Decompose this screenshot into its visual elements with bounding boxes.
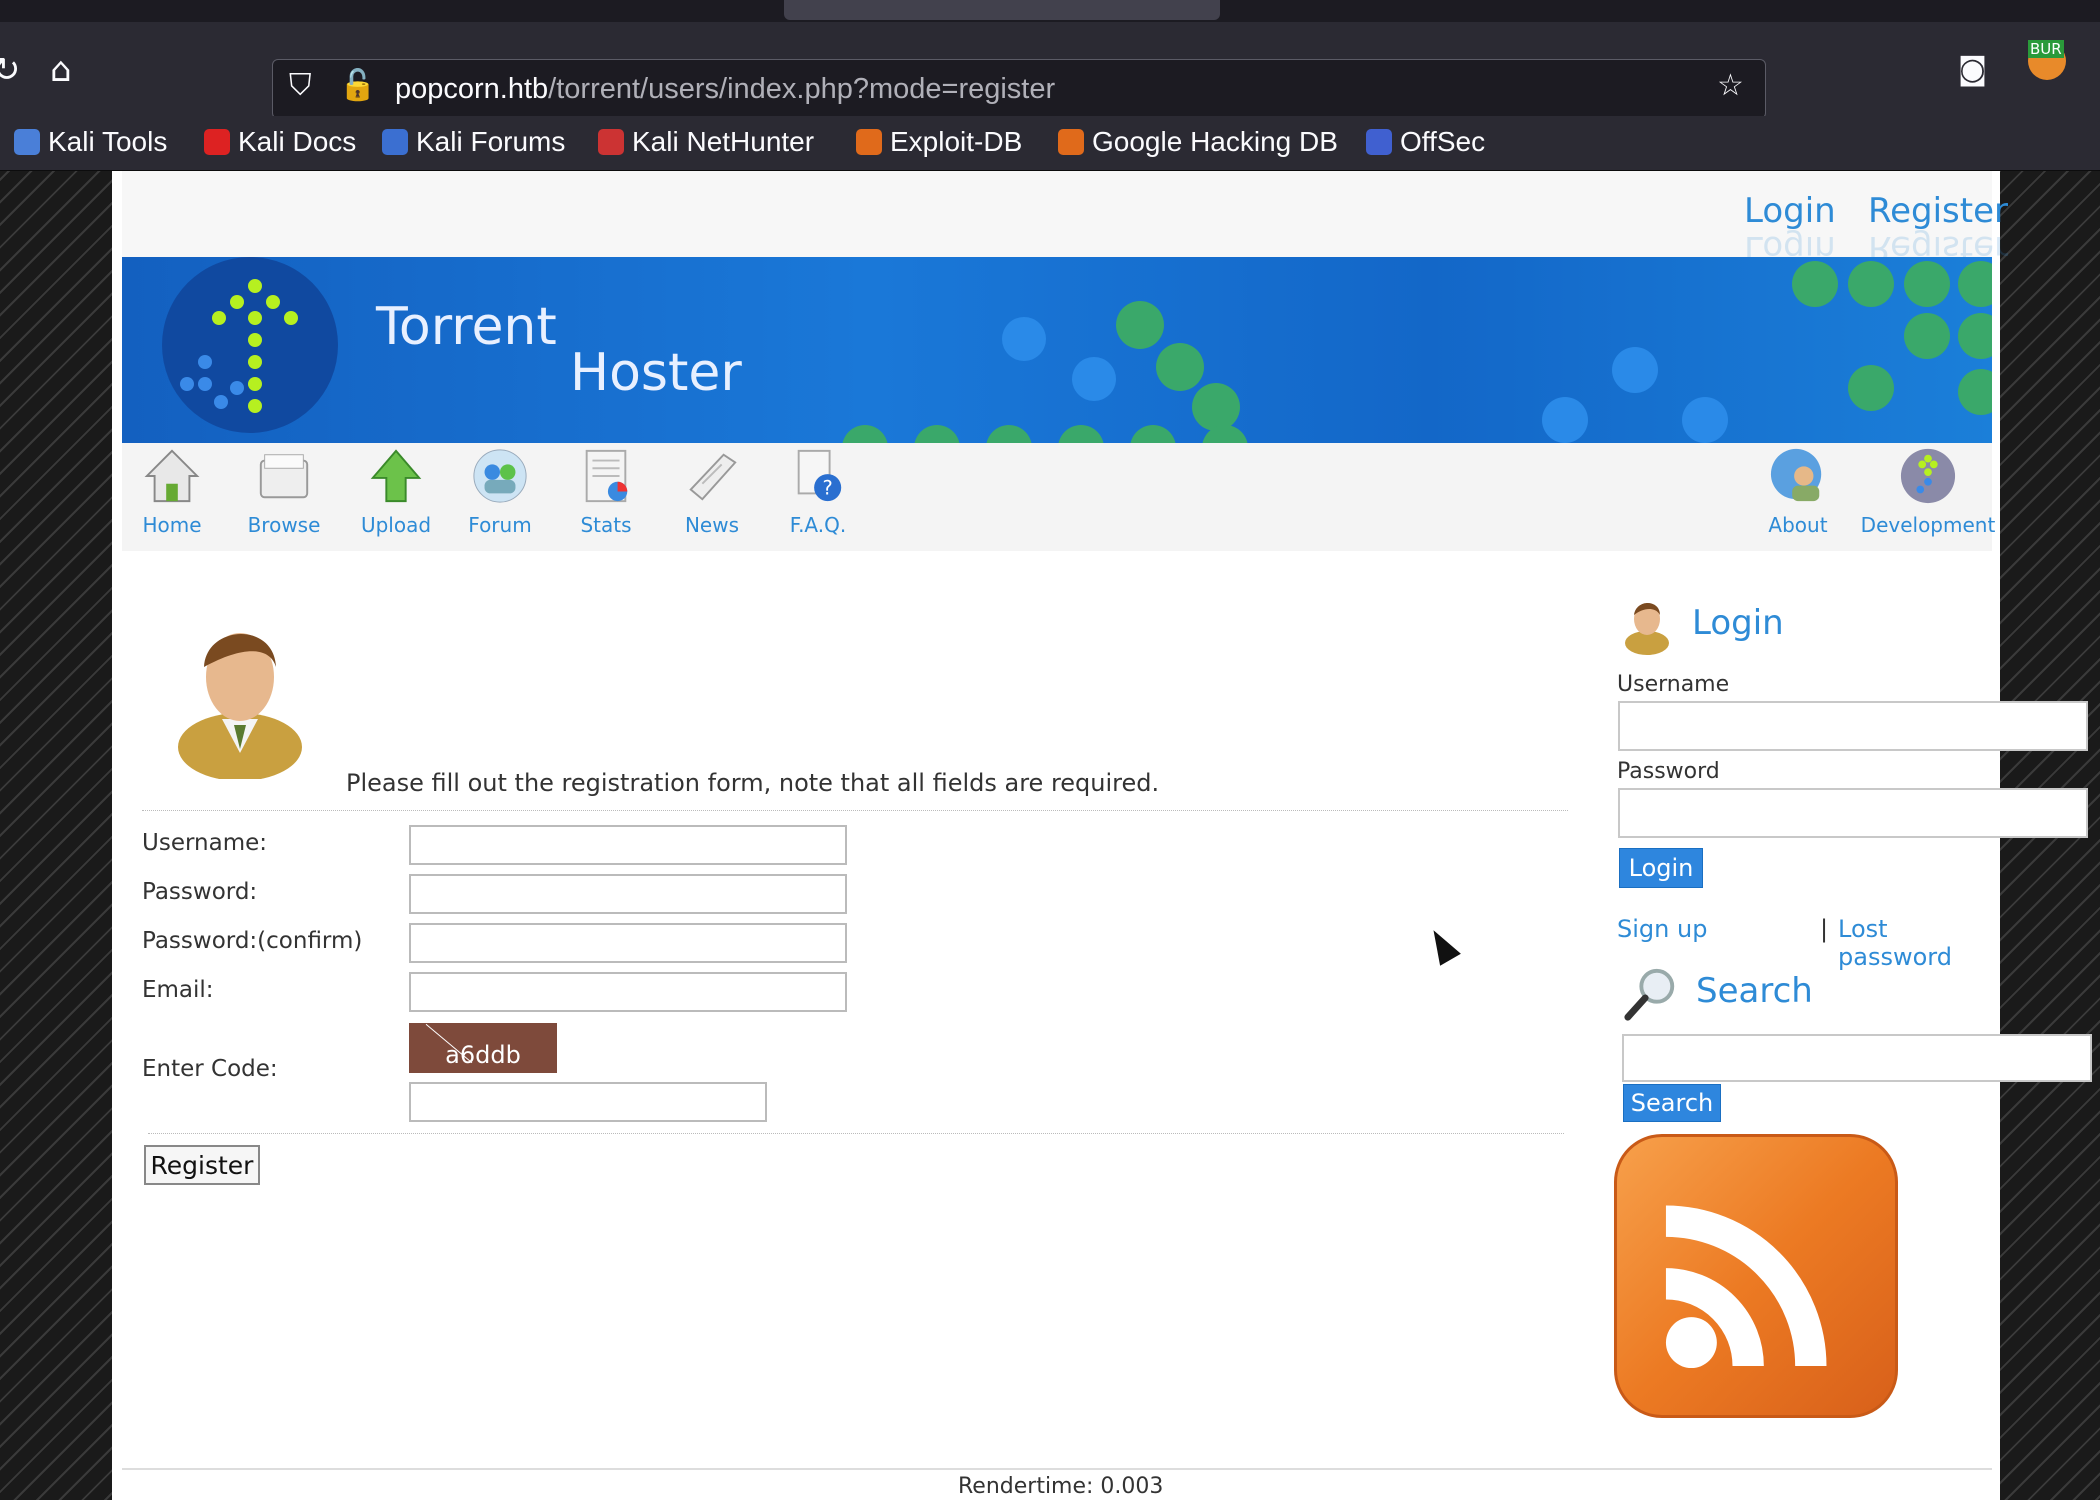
register-email-input[interactable] bbox=[409, 972, 847, 1012]
news-paper-icon bbox=[689, 453, 737, 501]
search-heading: Search bbox=[1696, 971, 1813, 1011]
sidebar-password-input[interactable] bbox=[1618, 788, 2088, 838]
site-banner: Torrent Hoster bbox=[122, 257, 1992, 443]
bookmark-kali-tools[interactable]: Kali Tools bbox=[14, 126, 167, 158]
house-icon bbox=[144, 449, 200, 503]
form-bottom-divider bbox=[148, 1133, 1564, 1134]
email-label: Email: bbox=[142, 977, 214, 1003]
nav-browse[interactable]: Browse bbox=[236, 447, 332, 537]
captcha-image: a6ddb bbox=[409, 1023, 557, 1073]
forum-people-icon bbox=[473, 449, 527, 503]
stats-chart-icon bbox=[585, 449, 628, 503]
lost-password-link[interactable]: Lost password bbox=[1838, 915, 2000, 971]
register-button[interactable]: Register bbox=[144, 1145, 260, 1185]
upload-arrow-icon bbox=[370, 449, 422, 503]
password-confirm-label: Password:(confirm) bbox=[142, 928, 363, 954]
extension-icon[interactable]: BUR bbox=[2028, 40, 2066, 80]
page: Login Register Login Register Torrent Ho… bbox=[112, 171, 2092, 1500]
reload-icon[interactable]: ↻ bbox=[0, 50, 21, 90]
nav-home[interactable]: Home bbox=[132, 447, 212, 537]
render-time: Rendertime: 0.003 bbox=[958, 1474, 1164, 1499]
nav-forum[interactable]: Forum bbox=[452, 447, 548, 537]
nav-development[interactable]: Development bbox=[1860, 447, 1996, 537]
torrent-logo-icon bbox=[162, 257, 338, 433]
nav-about[interactable]: About bbox=[1758, 447, 1838, 537]
bookmark-kali-docs[interactable]: Kali Docs bbox=[204, 126, 356, 158]
link-separator: | bbox=[1820, 915, 1829, 943]
svg-text:?: ? bbox=[823, 476, 833, 499]
username-label: Username: bbox=[142, 830, 267, 856]
about-globe-icon bbox=[1770, 448, 1822, 502]
nav-stats[interactable]: Stats bbox=[558, 447, 654, 537]
browser-toolbar: ↻ ⌂ ⛉ 🔓 popcorn.htb/torrent/users/index.… bbox=[0, 22, 2100, 119]
extension-badge: BUR bbox=[2028, 40, 2064, 58]
sidebar-search-input[interactable] bbox=[1622, 1034, 2092, 1082]
banner-title-line1: Torrent bbox=[376, 297, 557, 357]
signup-link[interactable]: Sign up bbox=[1617, 915, 1707, 943]
register-password-confirm-input[interactable] bbox=[409, 923, 847, 963]
bookmark-google-hacking-db[interactable]: Google Hacking DB bbox=[1058, 126, 1338, 158]
folder-icon bbox=[259, 454, 309, 499]
rss-feed-icon[interactable] bbox=[1614, 1134, 1898, 1418]
top-login-link[interactable]: Login bbox=[1744, 191, 1836, 231]
nav-news[interactable]: News bbox=[664, 447, 760, 537]
footer-divider bbox=[122, 1468, 1992, 1470]
pocket-icon[interactable]: ◙ bbox=[1958, 50, 1987, 90]
bookmark-kali-nethunter[interactable]: Kali NetHunter bbox=[598, 126, 814, 158]
url-text[interactable]: popcorn.htb/torrent/users/index.php?mode… bbox=[395, 73, 1055, 106]
home-icon[interactable]: ⌂ bbox=[50, 50, 72, 90]
bookmark-exploit-db[interactable]: Exploit-DB bbox=[856, 126, 1022, 158]
main-nav: Home Browse Upload Forum Stats News ? F.… bbox=[122, 443, 1995, 551]
register-password-input[interactable] bbox=[409, 874, 847, 914]
bookmark-star-icon[interactable]: ☆ bbox=[1717, 68, 1744, 103]
shield-icon[interactable]: ⛉ bbox=[289, 68, 312, 103]
sidebar-search-button[interactable]: Search bbox=[1623, 1084, 1721, 1122]
url-bar[interactable]: ⛉ 🔓 popcorn.htb/torrent/users/index.php?… bbox=[272, 59, 1766, 119]
nav-upload[interactable]: Upload bbox=[348, 447, 444, 537]
enter-code-label: Enter Code: bbox=[142, 1056, 278, 1082]
nav-faq[interactable]: ? F.A.Q. bbox=[770, 447, 866, 537]
sidebar-password-label: Password bbox=[1617, 759, 1720, 784]
top-register-link[interactable]: Register bbox=[1868, 191, 2008, 231]
form-top-divider bbox=[142, 810, 1568, 811]
banner-title-line2: Hoster bbox=[570, 343, 742, 403]
password-label: Password: bbox=[142, 879, 258, 905]
sidebar-login-button[interactable]: Login bbox=[1619, 848, 1703, 888]
insecure-lock-icon[interactable]: 🔓 bbox=[339, 68, 376, 103]
register-username-input[interactable] bbox=[409, 825, 847, 865]
help-document-icon: ? bbox=[797, 449, 842, 502]
bookmark-offsec[interactable]: OffSec bbox=[1366, 126, 1485, 158]
registration-intro: Please fill out the registration form, n… bbox=[346, 769, 1160, 797]
top-bar: Login Register Login Register bbox=[122, 171, 2008, 268]
captcha-input[interactable] bbox=[409, 1082, 767, 1122]
magnifier-icon bbox=[1624, 968, 1675, 1021]
sidebar-username-label: Username bbox=[1617, 672, 1730, 697]
bookmarks-toolbar: Kali Tools Kali Docs Kali Forums Kali Ne… bbox=[0, 116, 2100, 171]
development-icon bbox=[1900, 448, 1956, 504]
bookmark-kali-forums[interactable]: Kali Forums bbox=[382, 126, 565, 158]
login-heading: Login bbox=[1692, 603, 1784, 643]
active-tab[interactable] bbox=[784, 0, 1220, 20]
login-user-icon bbox=[1625, 603, 1669, 655]
sidebar-username-input[interactable] bbox=[1618, 701, 2088, 751]
captcha-text: a6ddb bbox=[445, 1041, 521, 1069]
tab-strip bbox=[0, 0, 2100, 22]
user-avatar-icon bbox=[178, 633, 302, 779]
